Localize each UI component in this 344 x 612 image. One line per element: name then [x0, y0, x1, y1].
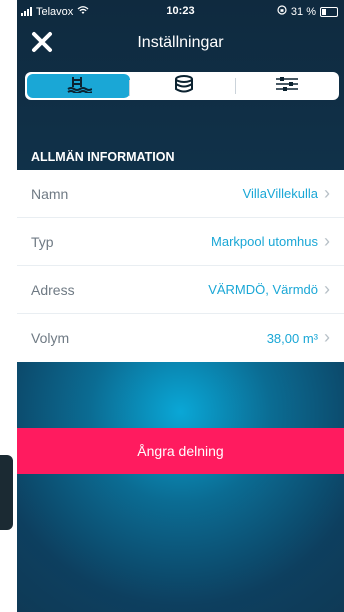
row-volume[interactable]: Volym 38,00 m³ › [17, 314, 344, 362]
row-name[interactable]: Namn VillaVillekulla › [17, 170, 344, 218]
tab-pool[interactable] [27, 74, 131, 98]
row-value: VÄRMDÖ, Värmdö [208, 282, 318, 297]
settings-screen: Telavox 10:23 31 % Inställningar ALLMÄN … [17, 0, 344, 612]
row-label: Adress [31, 281, 75, 298]
tab-equipment[interactable] [132, 72, 236, 100]
disc-stack-icon [173, 74, 195, 98]
row-type[interactable]: Typ Markpool utomhus › [17, 218, 344, 266]
status-bar: Telavox 10:23 31 % [17, 0, 344, 22]
background-gradient [17, 362, 344, 612]
row-value: VillaVillekulla [242, 186, 318, 201]
pool-icon [66, 75, 93, 98]
chevron-right-icon: › [324, 278, 330, 299]
tab-settings[interactable] [236, 72, 339, 100]
row-label: Volym [31, 330, 70, 346]
info-list: Namn VillaVillekulla › Typ Markpool utom… [17, 170, 344, 362]
sliders-icon [274, 75, 300, 98]
side-handle[interactable] [0, 455, 13, 530]
row-label: Typ [31, 233, 54, 250]
chevron-right-icon: › [324, 230, 330, 251]
undo-share-label: Ångra delning [137, 443, 224, 459]
battery-percent: 31 % [290, 5, 316, 18]
row-address[interactable]: Adress VÄRMDÖ, Värmdö › [17, 266, 344, 314]
undo-share-button[interactable]: Ångra delning [17, 428, 344, 474]
chevron-right-icon: › [324, 327, 330, 347]
chevron-right-icon: › [324, 182, 330, 203]
row-value: 38,00 m³ [266, 330, 318, 346]
page-title: Inställningar [137, 34, 224, 51]
segmented-control [25, 72, 339, 100]
section-header: ALLMÄN INFORMATION [31, 150, 175, 164]
row-label: Namn [31, 185, 69, 202]
battery-icon [320, 6, 338, 17]
lock-rotation-icon [277, 5, 287, 18]
nav-bar: Inställningar [17, 24, 344, 64]
row-value: Markpool utomhus [211, 234, 318, 249]
battery-info: 31 % [277, 5, 338, 18]
